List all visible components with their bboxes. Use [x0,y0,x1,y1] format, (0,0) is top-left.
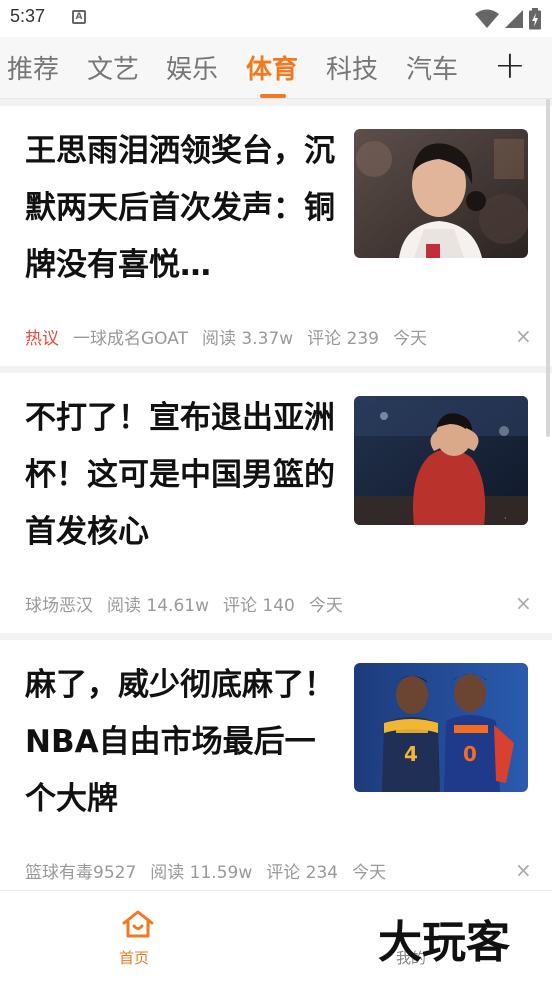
article-time: 今天 [352,863,387,883]
article-author[interactable]: 篮球有毒9527 [25,858,136,883]
tab-tech[interactable]: 科技 [326,49,378,86]
status-icons [474,8,542,30]
article-title[interactable]: 麻了，威少彻底麻了！NBA自由市场最后一个大牌 [25,657,335,828]
dismiss-button[interactable]: × [515,324,532,348]
svg-text:0: 0 [463,742,477,766]
nav-home-label[interactable]: 首页 [119,947,149,968]
basketball-players-photo: 4 0 [354,663,528,792]
add-tab-button[interactable]: + [494,45,526,85]
basketball-player-photo [354,129,528,258]
status-bar: 5:37 A [0,0,552,37]
battery-charging-icon [529,8,541,30]
category-tab-bar: 推荐 文艺 娱乐 体育 科技 汽车 + [0,37,552,99]
dismiss-button[interactable]: × [515,591,532,615]
article-thumbnail[interactable] [354,129,528,258]
tab-auto[interactable]: 汽车 [406,49,458,86]
article-title[interactable]: 不打了！宣布退出亚洲杯！这可是中国男篮的首发核心 [25,390,335,561]
tab-sports[interactable]: 体育 [246,49,298,86]
hot-tag: 热议 [25,329,59,349]
article-reads: 阅读 11.59w [150,863,253,883]
bottom-navigation: 首页 我的 大玩客 [0,890,552,983]
a-icon: A [72,10,86,24]
active-tab-indicator [260,94,286,98]
article-time: 今天 [392,329,427,349]
news-feed[interactable]: 王思雨泪洒领奖台，沉默两天后首次发声：铜牌没有喜悦… 热议 一球成名GOAT 阅… [0,99,552,890]
article-meta: 篮球有毒9527 阅读 11.59w 评论 234 今天 [25,858,386,883]
article-thumbnail[interactable]: 4 0 [354,663,528,792]
watermark-logo: 大玩客 [378,917,510,968]
article-comments: 评论 234 [266,863,339,883]
status-time: 5:37 [10,6,46,26]
svg-text:大玩客: 大玩客 [378,917,510,968]
article-time: 今天 [308,596,343,616]
dismiss-button[interactable]: × [515,858,532,882]
article-meta: 球场恶汉 阅读 14.61w 评论 140 今天 [25,591,343,616]
article-thumbnail[interactable]: · [354,396,528,525]
article-comments: 评论 239 [307,329,379,349]
article-meta: 热议 一球成名GOAT 阅读 3.37w 评论 239 今天 [25,324,427,349]
home-icon [122,910,154,938]
basketball-player-photo: · [354,396,528,525]
article-author[interactable]: 球场恶汉 [25,591,93,616]
tab-recommend[interactable]: 推荐 [7,49,59,86]
article-reads: 阅读 14.61w [107,596,209,616]
feed-scrollbar[interactable] [546,99,550,437]
article-title[interactable]: 王思雨泪洒领奖台，沉默两天后首次发声：铜牌没有喜悦… [25,123,335,294]
article-card[interactable]: 不打了！宣布退出亚洲杯！这可是中国男篮的首发核心 · 球场恶汉 阅读 14.61… [0,373,552,633]
wifi-icon [475,9,499,28]
article-reads: 阅读 3.37w [201,329,294,349]
article-card[interactable]: 麻了，威少彻底麻了！NBA自由市场最后一个大牌 4 0 篮球有毒9527 阅读 … [0,640,552,890]
nav-home[interactable] [120,909,156,943]
article-comments: 评论 140 [222,596,295,616]
article-card[interactable]: 王思雨泪洒领奖台，沉默两天后首次发声：铜牌没有喜悦… 热议 一球成名GOAT 阅… [0,106,552,366]
signal-icon [505,10,523,28]
svg-text:4: 4 [404,742,418,766]
tab-arts[interactable]: 文艺 [87,49,139,86]
svg-text:·: · [504,514,507,523]
article-author[interactable]: 一球成名GOAT [73,324,188,349]
tab-entertainment[interactable]: 娱乐 [166,49,218,86]
